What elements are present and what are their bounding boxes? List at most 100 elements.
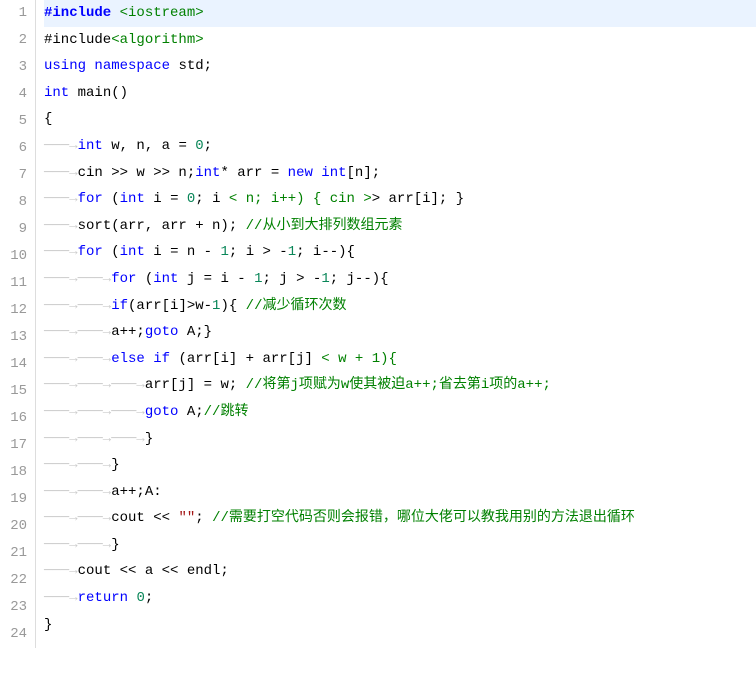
token: int <box>120 191 145 207</box>
code-line[interactable]: ───→sort(arr, arr + n); //从小到大排列数组元素 <box>44 213 756 240</box>
code-line[interactable]: int main() <box>44 80 756 107</box>
token: { <box>44 111 52 127</box>
code-line[interactable]: { <box>44 106 756 133</box>
token: A; <box>178 404 203 420</box>
token: "" <box>178 510 195 526</box>
token: ){ <box>220 298 245 314</box>
token: } <box>44 617 52 633</box>
code-line[interactable]: ───→───→for (int j = i - 1; j > -1; j--)… <box>44 266 756 293</box>
code-line[interactable]: } <box>44 612 756 639</box>
token: sort(arr, arr + n); <box>78 218 246 234</box>
code-line[interactable]: ───→───→───→goto A;//跳转 <box>44 399 756 426</box>
token: if <box>153 351 170 367</box>
code-line[interactable]: ───→───→} <box>44 532 756 559</box>
code-line[interactable]: ───→for (int i = 0; i < n; i++) { cin >>… <box>44 186 756 213</box>
token: ; i <box>195 191 229 207</box>
token: } <box>145 431 153 447</box>
code-line[interactable]: ───→cin >> w >> n;int* arr = new int[n]; <box>44 160 756 187</box>
line-number: 12 <box>0 297 35 324</box>
token: 1 <box>254 271 262 287</box>
line-number: 22 <box>0 567 35 594</box>
token: int <box>120 244 145 260</box>
line-number: 24 <box>0 621 35 648</box>
code-line[interactable]: ───→───→cout << ""; //需要打空代码否则会报错，哪位大佬可以… <box>44 505 756 532</box>
token: main() <box>69 85 128 101</box>
token: for <box>78 191 103 207</box>
line-number: 10 <box>0 243 35 270</box>
token: cout << a << endl; <box>78 563 229 579</box>
token: A;} <box>178 324 212 340</box>
token: a++; <box>111 324 145 340</box>
code-line[interactable]: ───→───→else if (arr[i] + arr[j] < w + 1… <box>44 346 756 373</box>
token: i = <box>145 191 187 207</box>
token: 1 <box>321 271 329 287</box>
code-line[interactable]: ───→int w, n, a = 0; <box>44 133 756 160</box>
line-number: 13 <box>0 324 35 351</box>
line-number: 14 <box>0 351 35 378</box>
token: ; i > - <box>229 244 288 260</box>
token: int <box>44 85 69 101</box>
token: ───→───→───→ <box>44 404 145 420</box>
token: ───→───→───→ <box>44 377 145 393</box>
code-line[interactable]: #include<algorithm> <box>44 27 756 54</box>
code-area[interactable]: #include <iostream>#include<algorithm>us… <box>36 0 756 648</box>
code-line[interactable]: ───→───→───→arr[j] = w; //将第j项赋为w使其被迫a++… <box>44 372 756 399</box>
code-line[interactable]: ───→───→if(arr[i]>w-1){ //减少循环次数 <box>44 293 756 320</box>
token: w, n, a = <box>103 138 195 154</box>
token: cout << <box>111 510 178 526</box>
token: <algorithm> <box>111 32 203 48</box>
token: ; <box>204 138 212 154</box>
token: j = i - <box>178 271 254 287</box>
token: namespace <box>94 58 170 74</box>
code-line[interactable]: ───→───→} <box>44 452 756 479</box>
line-number: 5 <box>0 108 35 135</box>
token: < n; i++) { cin > <box>229 191 372 207</box>
token: ; <box>195 510 212 526</box>
line-number: 21 <box>0 540 35 567</box>
token: (arr[i]>w- <box>128 298 212 314</box>
token: ───→ <box>44 563 78 579</box>
token: int <box>321 165 346 181</box>
token: new <box>288 165 313 181</box>
token: ───→───→ <box>44 298 111 314</box>
token: using <box>44 58 86 74</box>
token: ; <box>145 590 153 606</box>
code-line[interactable]: ───→───→───→} <box>44 426 756 453</box>
token: (arr[i] + arr[j] <box>170 351 321 367</box>
token: ───→───→ <box>44 510 111 526</box>
token: } <box>111 537 119 553</box>
token: //减少循环次数 <box>246 298 347 314</box>
code-line[interactable]: ───→───→a++;goto A;} <box>44 319 756 346</box>
code-line[interactable]: ───→for (int i = n - 1; i > -1; i--){ <box>44 239 756 266</box>
code-line[interactable]: using namespace std; <box>44 53 756 80</box>
line-number: 19 <box>0 486 35 513</box>
line-number: 17 <box>0 432 35 459</box>
line-number: 16 <box>0 405 35 432</box>
token: [n]; <box>347 165 381 181</box>
code-line[interactable]: ───→cout << a << endl; <box>44 558 756 585</box>
token: ───→ <box>44 191 78 207</box>
line-number: 20 <box>0 513 35 540</box>
token: //从小到大排列数组元素 <box>246 218 403 234</box>
code-line[interactable]: ───→───→a++;A: <box>44 479 756 506</box>
token: #include <box>44 32 111 48</box>
line-number-gutter: 123456789101112131415161718192021222324 <box>0 0 36 648</box>
token: for <box>78 244 103 260</box>
token: goto <box>145 324 179 340</box>
token: if <box>111 298 128 314</box>
token: ( <box>103 244 120 260</box>
token: //将第j项赋为w使其被迫a++;省去第i项的a++; <box>246 377 551 393</box>
token: 0 <box>195 138 203 154</box>
token: cin >> w >> n; <box>78 165 196 181</box>
token: //跳转 <box>204 404 249 420</box>
token: int <box>153 271 178 287</box>
line-number: 15 <box>0 378 35 405</box>
token: int <box>78 138 103 154</box>
token: ; j > - <box>263 271 322 287</box>
code-line[interactable]: #include <iostream> <box>44 0 756 27</box>
line-number: 4 <box>0 81 35 108</box>
line-number: 3 <box>0 54 35 81</box>
token: <iostream> <box>120 5 204 21</box>
line-number: 23 <box>0 594 35 621</box>
code-line[interactable]: ───→return 0; <box>44 585 756 612</box>
